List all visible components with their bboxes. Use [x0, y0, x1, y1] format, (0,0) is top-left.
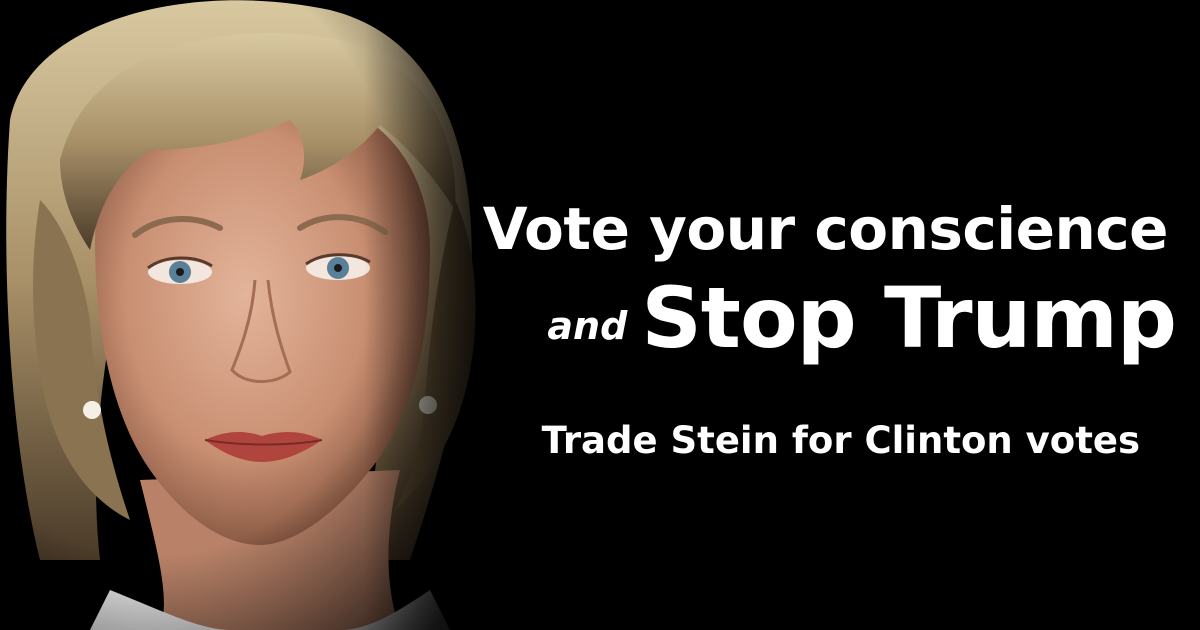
banner-canvas: Vote your conscience and Stop Trump Trade…: [0, 0, 1200, 630]
headline-connector: and: [547, 304, 628, 348]
portrait-fade: [0, 0, 520, 630]
portrait-photo: [0, 0, 520, 630]
portrait-illustration: [0, 0, 520, 630]
headline-line-1: Vote your conscience: [482, 195, 1169, 263]
headline-main: Stop Trump: [641, 269, 1177, 367]
headline-subtitle: Trade Stein for Clinton votes: [541, 419, 1140, 462]
headline-line-2: and Stop Trump: [547, 276, 1177, 360]
